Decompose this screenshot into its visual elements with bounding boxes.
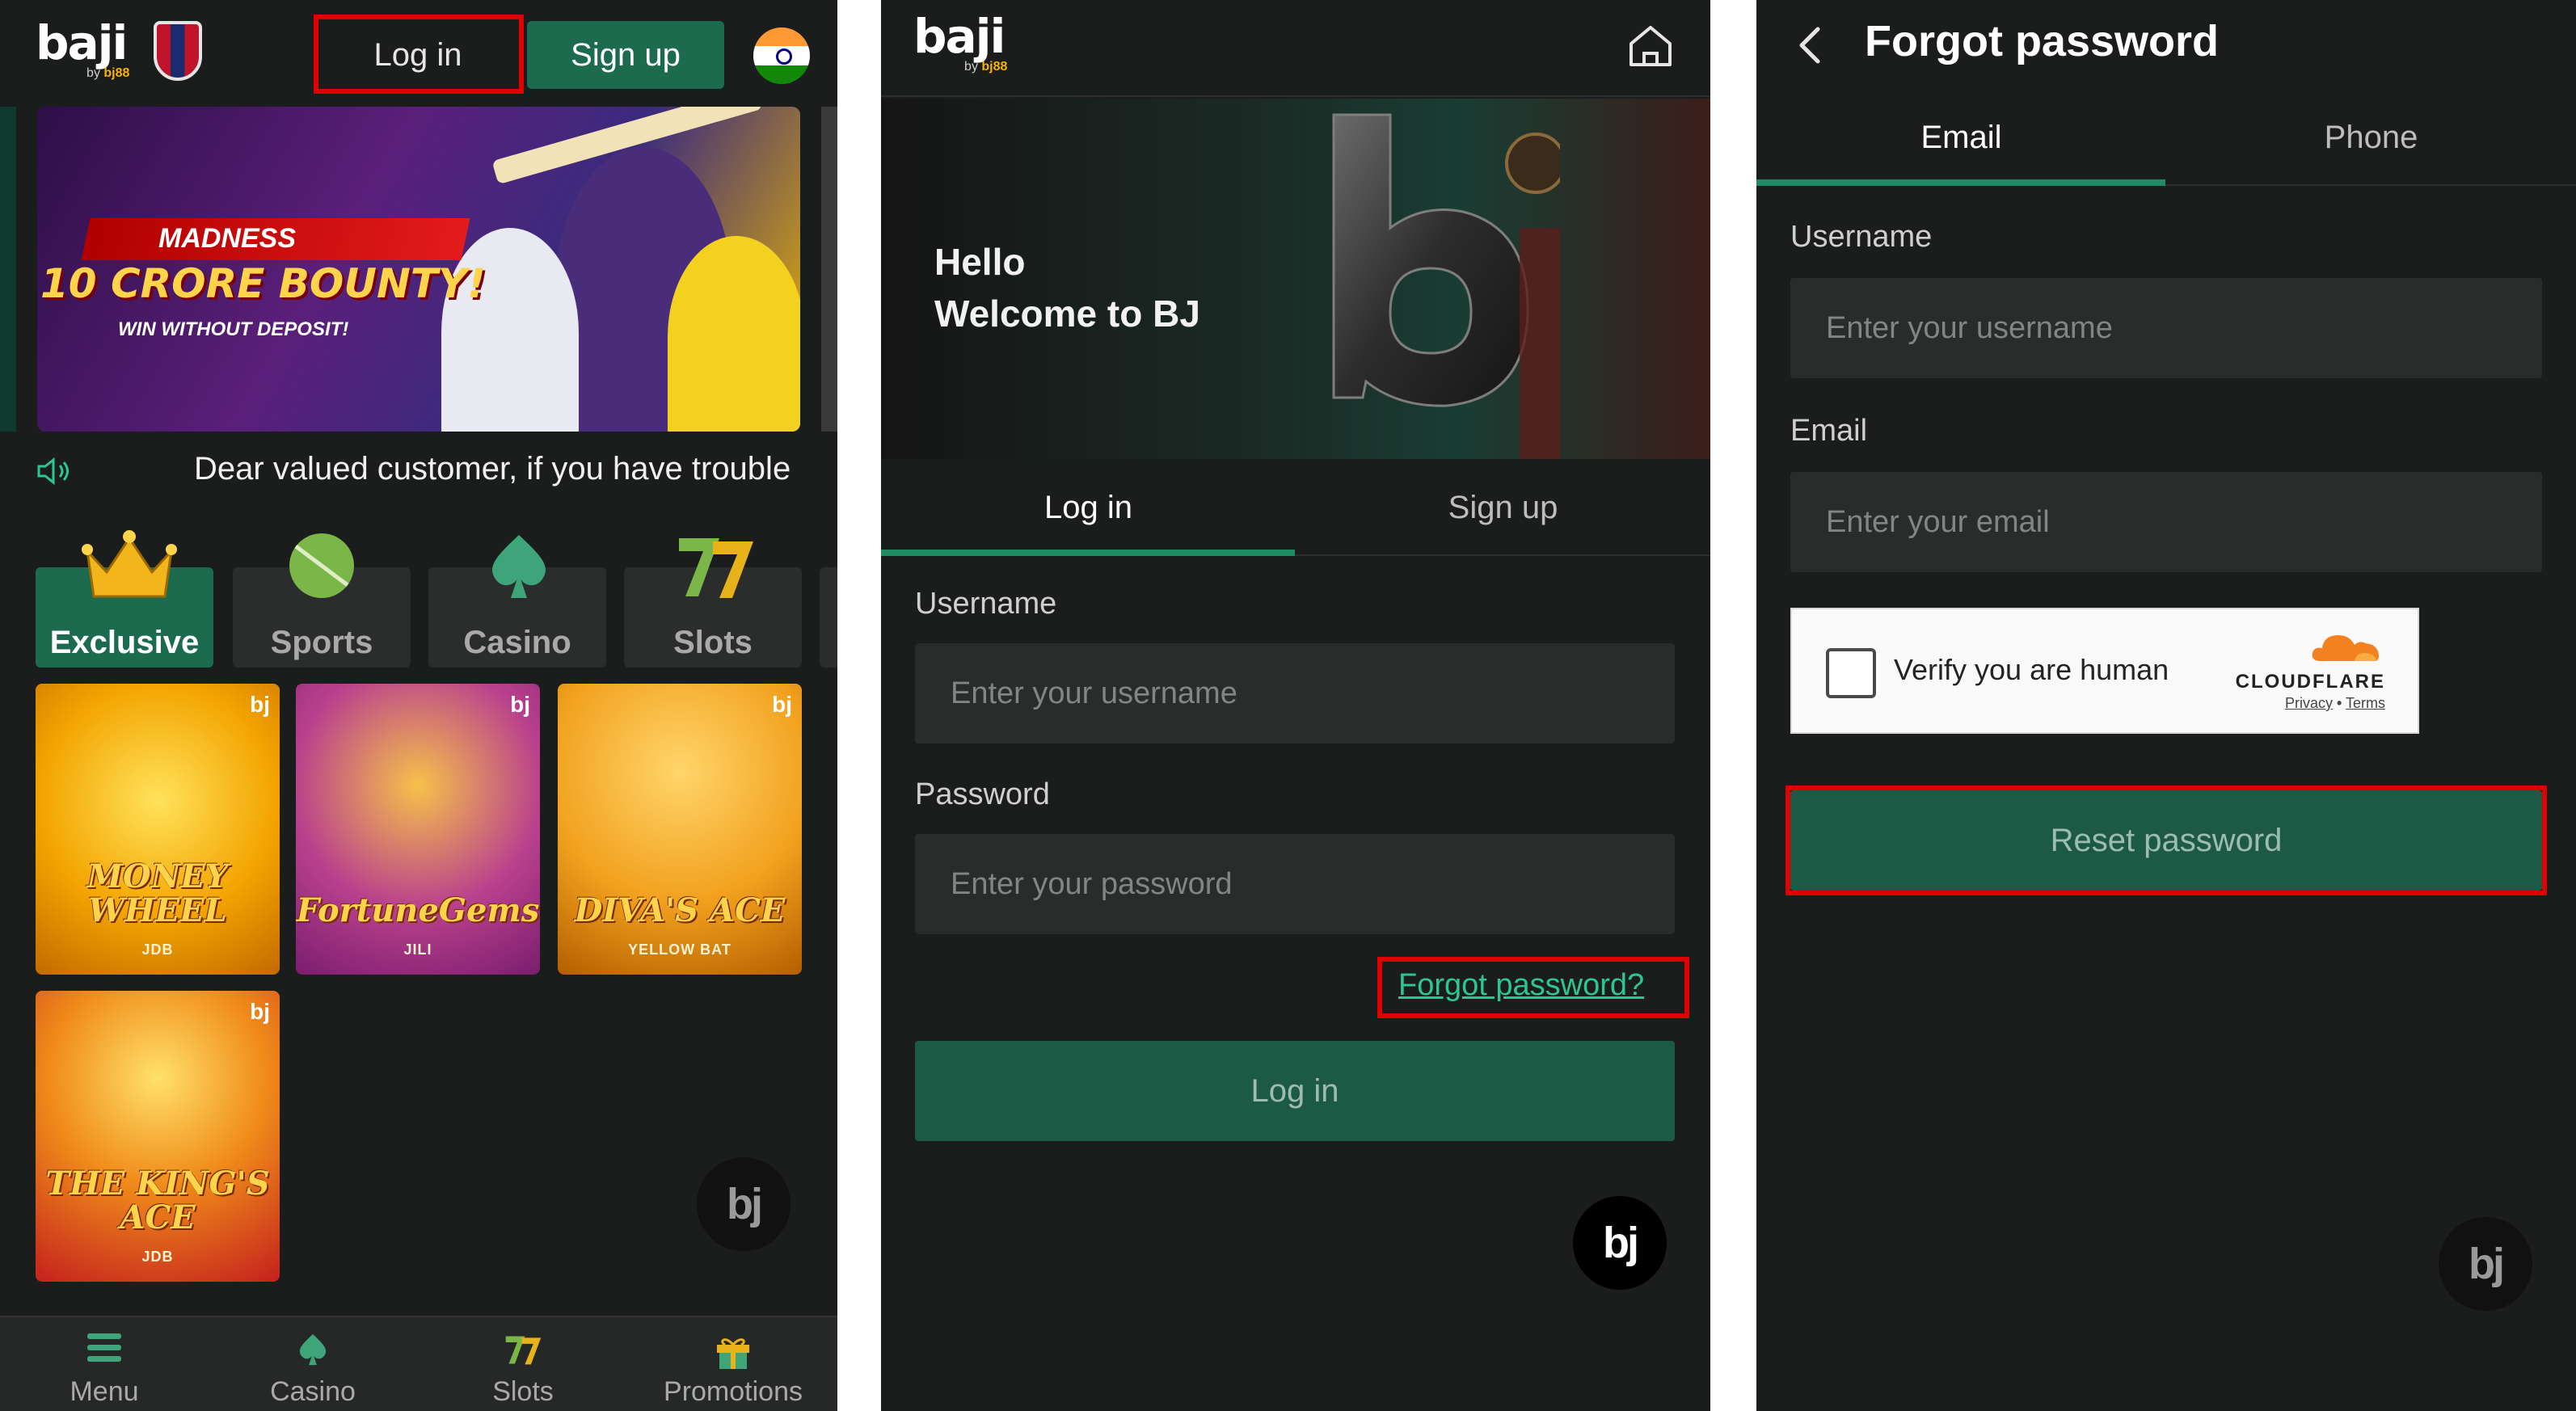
tab-menu[interactable]: Menu bbox=[3, 1317, 205, 1411]
tab-login[interactable]: Log in bbox=[881, 461, 1296, 554]
game-provider: JILI bbox=[403, 941, 432, 958]
forgot-password-link[interactable]: Forgot password? bbox=[1398, 968, 1644, 1003]
active-tab-indicator bbox=[1756, 179, 2165, 186]
login-button[interactable]: Log in bbox=[317, 19, 519, 91]
game-title: DIVA'S ACE bbox=[574, 891, 786, 929]
cloudflare-brand: CLOUDFLARE bbox=[2235, 671, 2385, 693]
speaker-icon bbox=[37, 457, 69, 485]
game-tile-fortune-gems[interactable]: bj FortuneGems JILI bbox=[296, 684, 540, 975]
captcha-separator: • bbox=[2337, 695, 2342, 711]
captcha-label: Verify you are human bbox=[1894, 653, 2169, 686]
tab-promotions[interactable]: Promotions bbox=[632, 1317, 834, 1411]
logo-by-text: by bbox=[86, 66, 100, 80]
email-input[interactable] bbox=[1790, 472, 2542, 572]
slot-seven-icon bbox=[679, 538, 753, 598]
recovery-tabs: Email Phone bbox=[1756, 91, 2576, 186]
tab-slots[interactable]: Slots bbox=[422, 1317, 624, 1411]
username-input[interactable] bbox=[915, 643, 1675, 743]
game-tile-money-wheel[interactable]: bj MONEY WHEEL JDB bbox=[36, 684, 280, 975]
home-icon[interactable] bbox=[1626, 23, 1675, 69]
menu-icon bbox=[87, 1333, 121, 1362]
announcement-text: Dear valued customer, if you have troubl… bbox=[194, 451, 791, 486]
page-title: Forgot password bbox=[1865, 17, 2220, 65]
tab-email[interactable]: Email bbox=[1756, 91, 2166, 184]
username-label: Username bbox=[915, 587, 1057, 621]
auth-tabs: Log in Sign up bbox=[881, 461, 1710, 556]
tab-signup[interactable]: Sign up bbox=[1296, 461, 1710, 554]
login-submit-button[interactable]: Log in bbox=[915, 1041, 1675, 1141]
live-chat-button[interactable]: bj bbox=[1573, 1196, 1667, 1290]
forgot-password-screen: Forgot password Email Phone Username Ema… bbox=[1756, 0, 2576, 1411]
game-provider: YELLOW BAT bbox=[628, 941, 731, 958]
active-tab-indicator bbox=[881, 550, 1295, 556]
game-title: FortuneGems bbox=[296, 891, 540, 929]
baji-logo[interactable]: baji by bj88 bbox=[36, 15, 129, 80]
live-chat-button[interactable]: bj bbox=[2439, 1217, 2532, 1311]
india-flag-icon[interactable] bbox=[753, 27, 810, 84]
banner-madness-text: MADNESS bbox=[158, 223, 297, 254]
cloudflare-captcha: Verify you are human CLOUDFLARE Privacy … bbox=[1790, 608, 2419, 734]
announcement-bar[interactable]: Dear valued customer, if you have troubl… bbox=[0, 446, 837, 495]
cricket-ball-icon bbox=[289, 533, 354, 598]
password-input[interactable] bbox=[915, 834, 1675, 934]
tab-phone[interactable]: Phone bbox=[2166, 91, 2576, 184]
welcome-hero: Hello Welcome to BJ bbox=[881, 99, 1710, 459]
logo-wordmark: baji bbox=[913, 9, 1006, 64]
next-banner-peek[interactable] bbox=[821, 107, 837, 432]
promo-banner[interactable]: MADNESS 10 CRORE BOUNTY! WIN WITHOUT DEP… bbox=[37, 107, 800, 432]
human-verify-checkbox[interactable] bbox=[1826, 648, 1876, 698]
terms-link[interactable]: Terms bbox=[2346, 695, 2385, 711]
bottom-tab-bar: Menu Casino Slots Promotions bbox=[0, 1316, 837, 1411]
banner-subtext: WIN WITHOUT DEPOSIT! bbox=[118, 318, 349, 340]
back-arrow-icon[interactable] bbox=[1795, 24, 1824, 66]
signup-button[interactable]: Sign up bbox=[527, 21, 724, 89]
reset-password-button[interactable]: Reset password bbox=[1790, 790, 2542, 891]
logo-brand-text: bj88 bbox=[981, 60, 1008, 74]
game-tile-divas-ace[interactable]: bj DIVA'S ACE YELLOW BAT bbox=[558, 684, 802, 975]
spade-icon bbox=[492, 535, 546, 598]
email-label: Email bbox=[1790, 414, 1868, 448]
category-more-peek[interactable] bbox=[820, 567, 837, 668]
gift-icon bbox=[717, 1338, 749, 1369]
privacy-link[interactable]: Privacy bbox=[2285, 695, 2333, 711]
logo-by-text: by bbox=[964, 60, 978, 74]
username-input[interactable] bbox=[1790, 278, 2542, 378]
banner-headline: 10 CRORE BOUNTY! bbox=[40, 260, 486, 307]
hero-greeting: Hello bbox=[934, 241, 1026, 283]
crown-icon bbox=[82, 530, 177, 598]
game-provider: JDB bbox=[141, 941, 174, 958]
cloudflare-cloud-icon bbox=[2312, 635, 2379, 661]
logo-brand-text: bj88 bbox=[103, 66, 130, 80]
tab-casino[interactable]: Casino bbox=[212, 1317, 414, 1411]
login-header: baji by bj88 bbox=[881, 0, 1710, 97]
prev-banner-peek[interactable] bbox=[0, 107, 16, 432]
bj-3d-logo bbox=[1332, 113, 1560, 459]
spade-icon bbox=[299, 1333, 327, 1366]
game-title: THE KING'S ACE bbox=[45, 1165, 270, 1236]
password-label: Password bbox=[915, 777, 1050, 811]
logo-wordmark: baji bbox=[36, 15, 128, 70]
game-provider: JDB bbox=[141, 1249, 174, 1265]
slot-seven-icon bbox=[505, 1336, 542, 1365]
club-crest-icon bbox=[154, 21, 202, 81]
player-figure bbox=[441, 228, 579, 432]
login-screen: baji by bj88 Hello Welcome to BJ Log in … bbox=[881, 0, 1710, 1411]
home-screen: baji by bj88 Log in Sign up MADNESS 10 C… bbox=[0, 0, 837, 1411]
baji-logo[interactable]: baji by bj88 bbox=[913, 9, 1007, 74]
hero-welcome: Welcome to BJ bbox=[934, 293, 1200, 335]
game-title: MONEY WHEEL bbox=[86, 857, 229, 929]
username-label: Username bbox=[1790, 220, 1933, 254]
live-chat-button[interactable]: bj bbox=[697, 1157, 791, 1251]
game-tile-kings-ace[interactable]: bj THE KING'S ACE JDB bbox=[36, 991, 280, 1282]
player-figure bbox=[668, 236, 800, 432]
